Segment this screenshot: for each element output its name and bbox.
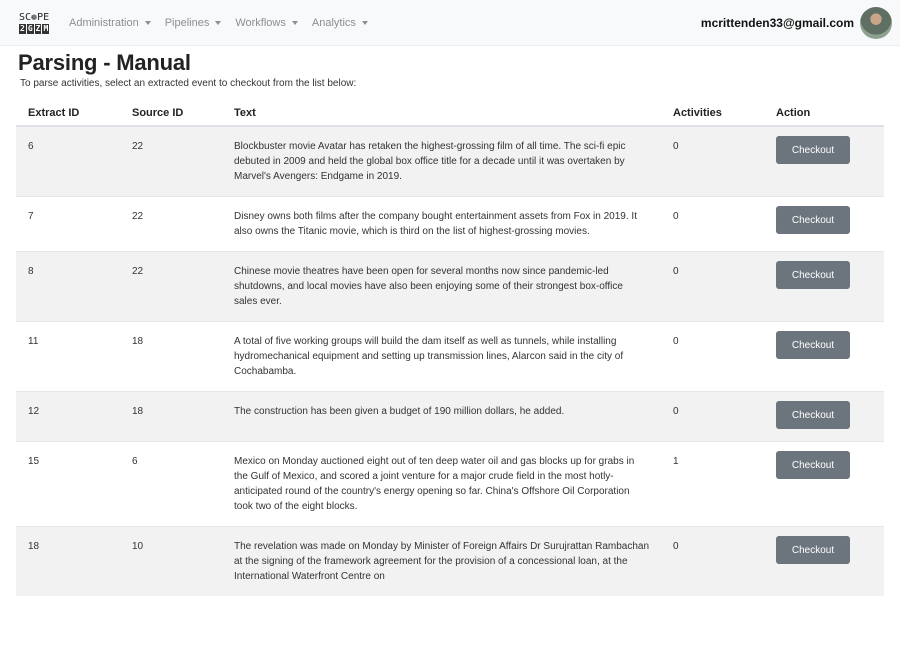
cell-extract-id: 8: [16, 251, 120, 322]
nav-analytics-label: Analytics: [311, 16, 356, 29]
table-row: 6 22 Blockbuster movie Avatar has retake…: [16, 125, 884, 197]
cell-activities: 0: [661, 391, 764, 442]
checkout-button[interactable]: Checkout: [776, 331, 850, 359]
table-row: 12 18 The construction has been given a …: [16, 391, 884, 442]
nav-pipelines[interactable]: Pipelines: [165, 17, 222, 29]
cell-extract-id: 15: [16, 441, 120, 527]
table-row: 15 6 Mexico on Monday auctioned eight ou…: [16, 441, 884, 527]
cell-extract-id: 11: [16, 321, 120, 392]
extracts-table: Extract ID Source ID Text Activities Act…: [16, 99, 884, 596]
avatar[interactable]: [860, 6, 892, 39]
header-text: Text: [222, 99, 661, 127]
cell-text: Mexico on Monday auctioned eight out of …: [222, 441, 661, 527]
header-source-id: Source ID: [120, 99, 222, 127]
table-row: 7 22 Disney owns both films after the co…: [16, 196, 884, 252]
cell-action: Checkout: [764, 391, 884, 442]
cell-activities: 0: [661, 125, 764, 197]
page-title: Parsing - Manual: [18, 50, 191, 75]
table-row: 8 22 Chinese movie theatres have been op…: [16, 251, 884, 322]
cell-extract-id: 12: [16, 391, 120, 442]
cell-extract-id: 7: [16, 196, 120, 252]
checkout-button[interactable]: Checkout: [776, 401, 850, 429]
cell-activities: 0: [661, 526, 764, 596]
cell-source-id: 22: [120, 125, 222, 197]
nav-analytics[interactable]: Analytics: [312, 17, 368, 29]
chevron-down-icon: [215, 20, 222, 25]
cell-action: Checkout: [764, 321, 884, 392]
checkout-button[interactable]: Checkout: [776, 451, 850, 479]
nav-pipelines-label: Pipelines: [164, 16, 210, 29]
cell-activities: 1: [661, 441, 764, 527]
cell-text: A total of five working groups will buil…: [222, 321, 661, 392]
cell-source-id: 6: [120, 441, 222, 527]
cell-source-id: 18: [120, 321, 222, 392]
top-navbar: SC❁PE 2GZM Administration Pipelines Work…: [0, 0, 900, 46]
cell-text: The construction has been given a budget…: [222, 391, 661, 442]
checkout-button[interactable]: Checkout: [776, 136, 850, 164]
table-header-row: Extract ID Source ID Text Activities Act…: [16, 99, 884, 127]
checkout-button[interactable]: Checkout: [776, 536, 850, 564]
chevron-down-icon: [144, 20, 151, 25]
cell-activities: 0: [661, 321, 764, 392]
table-row: 18 10 The revelation was made on Monday …: [16, 526, 884, 596]
nav-workflows[interactable]: Workflows: [235, 17, 298, 29]
chevron-down-icon: [361, 20, 368, 25]
cell-action: Checkout: [764, 441, 884, 527]
user-email[interactable]: mcrittenden33@gmail.com: [701, 16, 854, 30]
cell-source-id: 10: [120, 526, 222, 596]
cell-action: Checkout: [764, 526, 884, 596]
header-action: Action: [764, 99, 884, 127]
cell-action: Checkout: [764, 125, 884, 197]
cell-extract-id: 18: [16, 526, 120, 596]
cell-text: The revelation was made on Monday by Min…: [222, 526, 661, 596]
cell-source-id: 18: [120, 391, 222, 442]
header-extract-id: Extract ID: [16, 99, 120, 127]
header-activities: Activities: [661, 99, 764, 127]
cell-action: Checkout: [764, 196, 884, 252]
cell-extract-id: 6: [16, 125, 120, 197]
page-subtitle: To parse activities, select an extracted…: [20, 78, 357, 89]
nav-administration[interactable]: Administration: [69, 17, 151, 29]
cell-activities: 0: [661, 251, 764, 322]
cell-text: Disney owns both films after the company…: [222, 196, 661, 252]
nav-workflows-label: Workflows: [235, 16, 286, 29]
checkout-button[interactable]: Checkout: [776, 206, 850, 234]
checkout-button[interactable]: Checkout: [776, 261, 850, 289]
cell-text: Blockbuster movie Avatar has retaken the…: [222, 125, 661, 197]
cell-source-id: 22: [120, 196, 222, 252]
brand-logo-top: SC❁PE: [19, 11, 50, 23]
table-row: 11 18 A total of five working groups wil…: [16, 321, 884, 392]
brand-logo[interactable]: SC❁PE 2GZM: [19, 8, 55, 38]
cell-text: Chinese movie theatres have been open fo…: [222, 251, 661, 322]
cell-activities: 0: [661, 196, 764, 252]
chevron-down-icon: [291, 20, 298, 25]
brand-logo-bottom: 2GZM: [19, 23, 50, 34]
cell-action: Checkout: [764, 251, 884, 322]
nav-administration-label: Administration: [69, 16, 139, 29]
cell-source-id: 22: [120, 251, 222, 322]
